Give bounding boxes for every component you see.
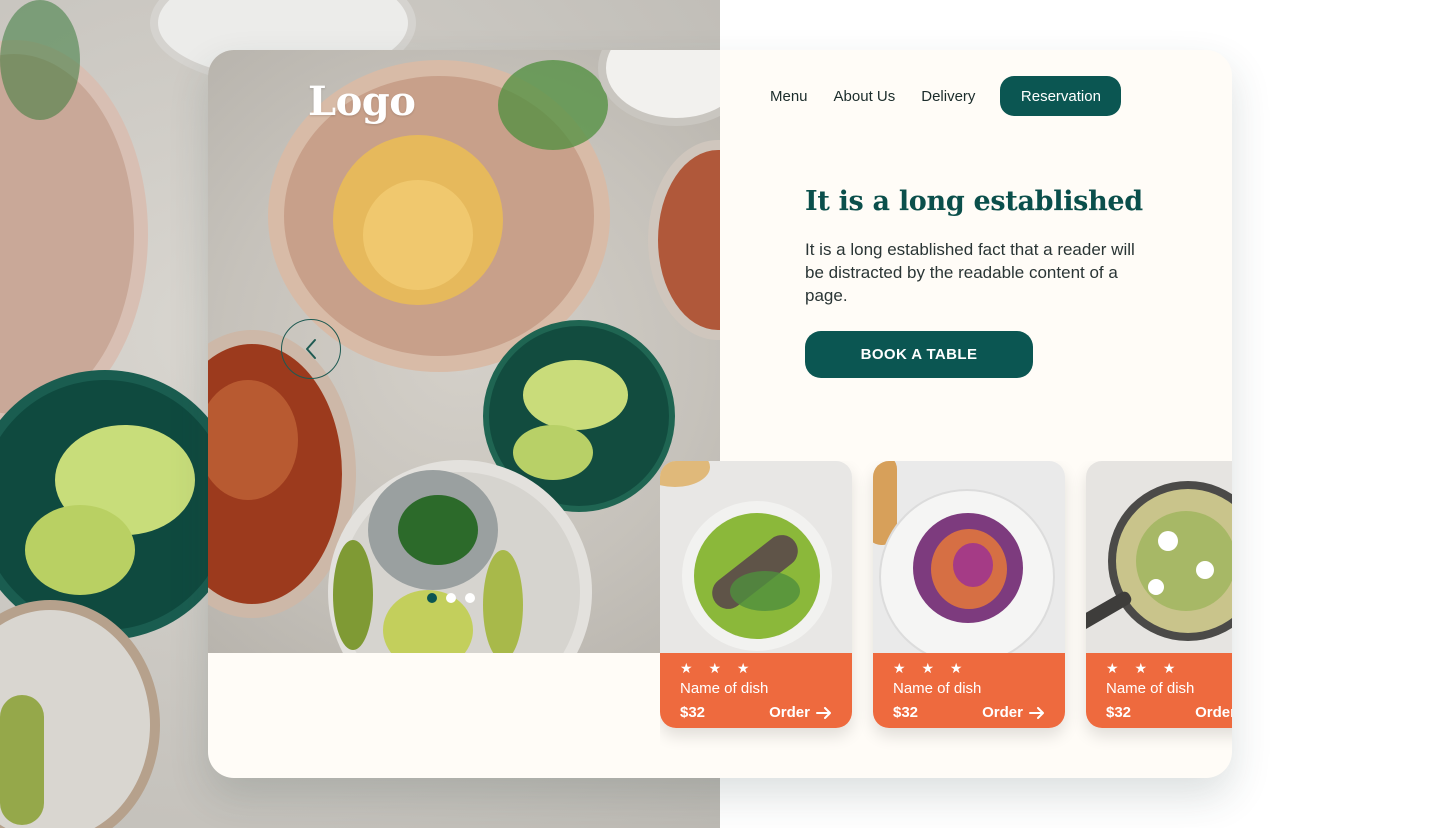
dish-image bbox=[1086, 461, 1232, 653]
dish-name: Name of dish bbox=[1106, 680, 1195, 697]
top-nav: Menu About Us Delivery Reservation bbox=[770, 76, 1122, 116]
order-button[interactable]: Order bbox=[1195, 704, 1232, 721]
rating-stars: ★ ★ ★ bbox=[1106, 660, 1182, 676]
dish-card[interactable]: ★ ★ ★ Name of dish $32 Order bbox=[1086, 461, 1232, 728]
order-label: Order bbox=[1195, 704, 1232, 721]
slider-dots bbox=[427, 593, 475, 603]
nav-item-about-us[interactable]: About Us bbox=[834, 88, 896, 105]
logo[interactable]: Logo bbox=[308, 78, 416, 125]
dish-image bbox=[873, 461, 1065, 653]
dish-price: $32 bbox=[893, 704, 919, 721]
hero-description: It is a long established fact that a rea… bbox=[805, 240, 1135, 305]
nav-item-menu[interactable]: Menu bbox=[770, 88, 808, 105]
dish-card[interactable]: ★ ★ ★ Name of dish $32 Order bbox=[660, 461, 852, 728]
arrow-right-icon bbox=[816, 706, 831, 719]
nav-item-delivery[interactable]: Delivery bbox=[921, 88, 975, 105]
slider-dot[interactable] bbox=[427, 593, 437, 603]
chevron-left-icon bbox=[306, 339, 316, 359]
dish-card[interactable]: ★ ★ ★ Name of dish $32 Order bbox=[873, 461, 1065, 728]
order-label: Order bbox=[769, 704, 810, 721]
dish-carousel: ★ ★ ★ Name of dish $32 Order ★ ★ ★ Name … bbox=[660, 461, 1232, 751]
dish-info: ★ ★ ★ Name of dish $32 Order bbox=[1086, 653, 1232, 728]
prev-slide-button[interactable] bbox=[281, 319, 341, 379]
rating-stars: ★ ★ ★ bbox=[893, 660, 969, 676]
rating-stars: ★ ★ ★ bbox=[680, 660, 756, 676]
order-button[interactable]: Order bbox=[769, 704, 832, 721]
dish-name: Name of dish bbox=[893, 680, 982, 697]
slider-dot[interactable] bbox=[465, 593, 475, 603]
dish-info: ★ ★ ★ Name of dish $32 Order bbox=[873, 653, 1065, 728]
dish-info: ★ ★ ★ Name of dish $32 Order bbox=[660, 653, 852, 728]
dish-name: Name of dish bbox=[680, 680, 769, 697]
dish-image bbox=[660, 461, 852, 653]
order-label: Order bbox=[982, 704, 1023, 721]
dish-price: $32 bbox=[680, 704, 706, 721]
reservation-button[interactable]: Reservation bbox=[1000, 76, 1122, 116]
book-table-button[interactable]: BOOK A TABLE bbox=[805, 331, 1033, 378]
order-button[interactable]: Order bbox=[982, 704, 1045, 721]
hero-headline: It is a long established bbox=[805, 186, 1143, 217]
slider-dot[interactable] bbox=[446, 593, 456, 603]
dish-price: $32 bbox=[1106, 704, 1132, 721]
arrow-right-icon bbox=[1029, 706, 1044, 719]
